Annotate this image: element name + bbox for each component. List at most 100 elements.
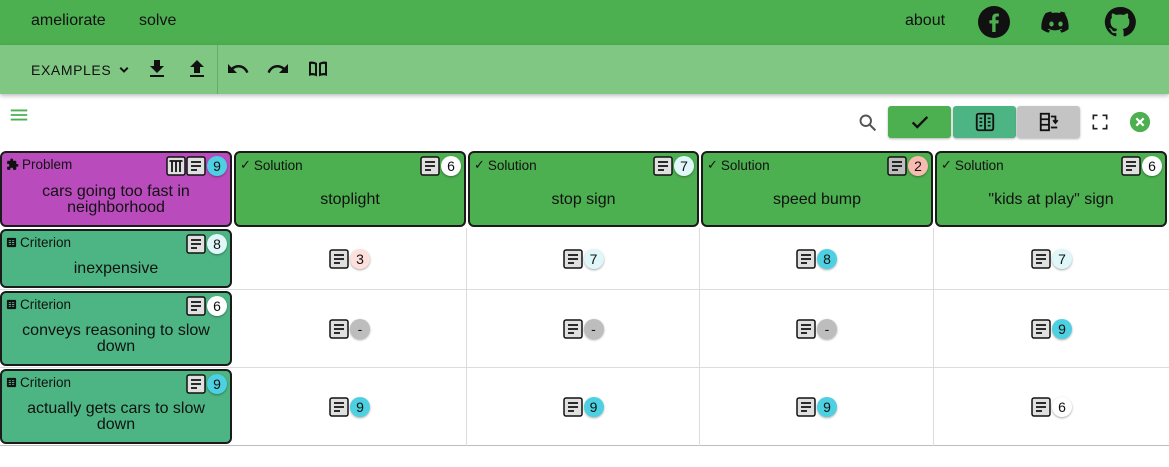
- details-icon[interactable]: [329, 318, 349, 339]
- filter-criteria-toggle[interactable]: [953, 106, 1016, 138]
- score-badge[interactable]: 8: [207, 234, 227, 254]
- score-badge[interactable]: 9: [207, 156, 227, 176]
- close-icon[interactable]: [1129, 111, 1151, 133]
- score-badge[interactable]: 9: [350, 396, 370, 417]
- solution-node[interactable]: ✓ Solution 6 stoplight: [234, 151, 466, 227]
- node-type-label: Solution: [954, 157, 1004, 173]
- criterion-node[interactable]: Criterion 9 actually gets cars to slow d…: [0, 369, 232, 444]
- solution-node[interactable]: ✓ Solution 2 speed bump: [701, 151, 933, 227]
- matrix-cell: 7: [934, 229, 1169, 289]
- top-app-bar: ameliorate solve about: [0, 0, 1169, 45]
- node-text: stop sign: [551, 191, 616, 208]
- matrix-cell: -: [467, 290, 699, 367]
- matrix-cell: 6: [934, 368, 1169, 445]
- undo-icon[interactable]: [226, 57, 250, 81]
- node-text: inexpensive: [73, 260, 159, 277]
- details-icon[interactable]: [329, 396, 349, 417]
- details-icon[interactable]: [1031, 396, 1051, 417]
- node-text: cars going too fast in neighborhood: [42, 183, 190, 216]
- details-icon[interactable]: [562, 249, 583, 269]
- swap-icon: [1039, 112, 1058, 132]
- details-icon[interactable]: [1031, 249, 1051, 269]
- details-icon[interactable]: [1121, 156, 1141, 176]
- menu-icon[interactable]: [8, 104, 30, 126]
- node-type-label: Solution: [253, 157, 303, 173]
- node-text: conveys reasoning to slow down: [22, 322, 210, 355]
- download-icon[interactable]: [145, 57, 169, 81]
- score-badge[interactable]: -: [817, 318, 837, 339]
- score-badge[interactable]: 6: [207, 296, 227, 316]
- matrix-cell: 9: [467, 368, 699, 445]
- criterion-node[interactable]: Criterion 8 inexpensive: [0, 229, 232, 288]
- score-badge[interactable]: 6: [1142, 156, 1162, 176]
- upload-icon[interactable]: [185, 57, 209, 81]
- criteria-table-toggle-icon[interactable]: [166, 156, 186, 176]
- score-badge[interactable]: 7: [674, 156, 694, 176]
- solution-node[interactable]: ✓ Solution 6 "kids at play" sign: [935, 151, 1167, 227]
- check-icon: ✓: [707, 157, 718, 172]
- score-badge[interactable]: 9: [1052, 318, 1072, 339]
- node-type-label: Problem: [22, 157, 73, 172]
- details-icon[interactable]: [796, 318, 816, 339]
- facebook-icon[interactable]: [978, 6, 1010, 38]
- details-icon[interactable]: [329, 249, 349, 269]
- score-badge[interactable]: 2: [908, 156, 928, 176]
- details-icon[interactable]: [562, 318, 583, 339]
- details-icon[interactable]: [186, 156, 206, 176]
- score-badge[interactable]: 6: [441, 156, 461, 176]
- criterion-icon: [6, 377, 17, 388]
- examples-label: EXAMPLES: [31, 62, 112, 78]
- examples-dropdown[interactable]: EXAMPLES: [31, 61, 133, 79]
- puzzle-icon: [7, 158, 19, 170]
- nav-link-about[interactable]: about: [905, 12, 945, 30]
- details-icon[interactable]: [796, 396, 816, 417]
- details-icon[interactable]: [186, 296, 206, 316]
- filter-solutions-toggle[interactable]: [888, 106, 951, 138]
- details-icon[interactable]: [562, 396, 583, 417]
- criterion-node[interactable]: Criterion 6 conveys reasoning to slow do…: [0, 291, 232, 366]
- details-icon[interactable]: [1031, 318, 1051, 339]
- discord-icon[interactable]: [1040, 6, 1072, 38]
- fullscreen-icon[interactable]: [1090, 112, 1110, 132]
- matrix-cell: -: [700, 290, 933, 367]
- score-badge[interactable]: -: [350, 318, 370, 339]
- solution-node[interactable]: ✓ Solution 7 stop sign: [468, 151, 699, 227]
- score-badge[interactable]: 6: [1052, 396, 1072, 417]
- node-text: actually gets cars to slow down: [27, 400, 205, 433]
- nav-link-ameliorate[interactable]: ameliorate: [31, 12, 106, 30]
- score-badge[interactable]: 7: [583, 249, 604, 269]
- transpose-toggle[interactable]: [1017, 106, 1080, 138]
- node-type-label: Criterion: [20, 297, 72, 312]
- problem-node[interactable]: Problem 9 cars going too fast in neighbo…: [0, 151, 232, 227]
- details-icon[interactable]: [796, 249, 816, 269]
- score-badge[interactable]: 9: [583, 396, 604, 417]
- details-icon[interactable]: [186, 374, 206, 394]
- score-badge[interactable]: 7: [1052, 249, 1072, 269]
- github-icon[interactable]: [1104, 6, 1136, 38]
- matrix-cell: 3: [233, 229, 466, 289]
- score-badge[interactable]: 8: [817, 249, 837, 269]
- search-icon[interactable]: [857, 112, 878, 133]
- node-type-label: Criterion: [20, 235, 72, 250]
- grid-line: [0, 445, 1169, 446]
- node-type-label: Solution: [720, 157, 770, 173]
- score-badge[interactable]: 9: [817, 396, 837, 417]
- toolbar-divider: [217, 45, 218, 94]
- chevron-down-icon: [119, 67, 129, 73]
- details-icon[interactable]: [420, 156, 440, 176]
- check-icon: [911, 116, 928, 129]
- details-icon[interactable]: [887, 156, 907, 176]
- score-badge[interactable]: -: [583, 318, 604, 339]
- score-badge[interactable]: 3: [350, 249, 370, 269]
- nav-link-solve[interactable]: solve: [139, 12, 176, 30]
- details-icon[interactable]: [186, 234, 206, 254]
- details-icon[interactable]: [653, 156, 673, 176]
- check-icon: ✓: [474, 157, 485, 172]
- matrix-cell: 8: [700, 229, 933, 289]
- score-badge[interactable]: 9: [207, 374, 227, 394]
- matrix-cell: 9: [700, 368, 933, 445]
- node-text: stoplight: [320, 191, 380, 208]
- book-icon[interactable]: [306, 57, 330, 81]
- criteria-table-icon: [975, 112, 994, 132]
- redo-icon[interactable]: [266, 57, 290, 81]
